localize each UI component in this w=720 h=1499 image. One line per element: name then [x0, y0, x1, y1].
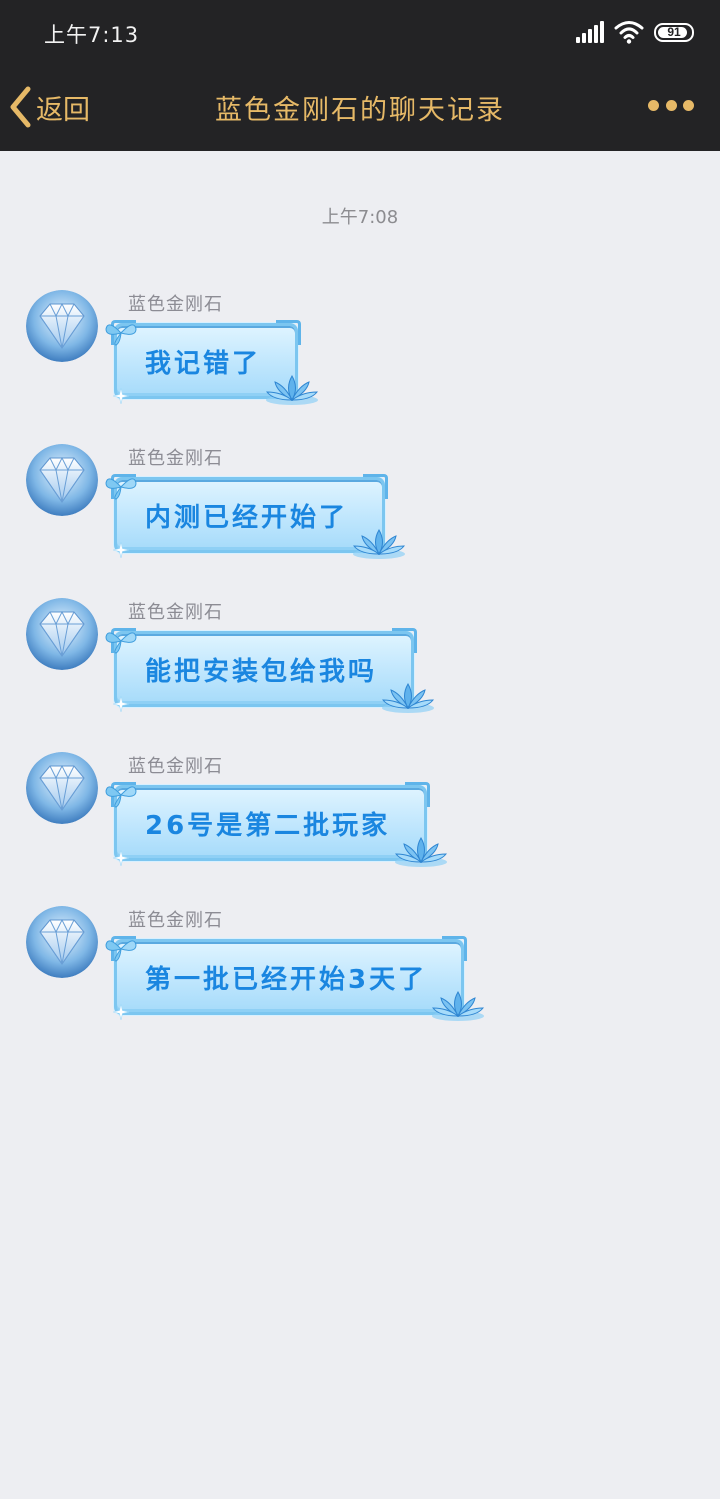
avatar[interactable] — [26, 598, 98, 670]
sparkle-icon — [113, 542, 129, 558]
message-bubble[interactable]: 内测已经开始了 — [110, 474, 406, 559]
battery-icon: 91 — [654, 22, 694, 42]
message-item: 蓝色金刚石 26号是第二批玩家 — [0, 747, 720, 901]
more-dot — [648, 99, 659, 111]
lotus-icon — [432, 991, 485, 1021]
message-bubble-frame: 内测已经开始了 — [104, 473, 406, 565]
sender-name: 蓝色金刚石 — [128, 910, 223, 931]
message-item: 蓝色金刚石 内测已经开始了 — [0, 439, 720, 593]
message-item: 蓝色金刚石 能把安装包给我吗 — [0, 593, 720, 747]
status-time: 上午7:13 — [44, 23, 140, 47]
sparkle-icon — [113, 1004, 129, 1020]
chevron-left-icon — [10, 86, 31, 128]
butterfly-icon — [105, 324, 137, 346]
butterfly-icon — [105, 786, 137, 808]
sparkle-icon — [113, 850, 129, 866]
butterfly-icon — [105, 940, 137, 962]
message-bubble[interactable]: 能把安装包给我吗 — [110, 628, 435, 713]
diamond-avatar-icon — [26, 752, 98, 824]
diamond-avatar-icon — [26, 906, 98, 978]
sender-name: 蓝色金刚石 — [128, 756, 223, 777]
message-item: 蓝色金刚石 第一批已经开始3天了 — [0, 901, 720, 1055]
message-item: 蓝色金刚石 我记错了 — [0, 285, 720, 439]
sender-name: 蓝色金刚石 — [128, 448, 223, 469]
lotus-icon — [395, 837, 448, 867]
battery-percent: 91 — [667, 25, 681, 39]
message-list: 蓝色金刚石 我记错了 蓝色金刚石 内测已经开始了 蓝色金刚石 能把安装包给我吗 … — [0, 285, 720, 1055]
avatar[interactable] — [26, 906, 98, 978]
chat-timestamp: 上午7:08 — [321, 207, 399, 228]
more-button[interactable] — [648, 96, 694, 114]
nav-bar: 返回 蓝色金刚石的聊天记录 — [0, 66, 720, 151]
lotus-icon — [382, 683, 435, 713]
lotus-icon — [266, 375, 319, 405]
lotus-icon — [353, 529, 406, 559]
message-bubble-frame: 我记错了 — [104, 319, 319, 411]
avatar[interactable] — [26, 752, 98, 824]
more-dot — [683, 99, 694, 111]
sender-name: 蓝色金刚石 — [128, 602, 223, 623]
avatar[interactable] — [26, 290, 98, 362]
back-button[interactable]: 返回 — [8, 84, 90, 130]
butterfly-icon — [105, 478, 137, 500]
avatar[interactable] — [26, 444, 98, 516]
message-bubble-frame: 第一批已经开始3天了 — [104, 935, 485, 1027]
sparkle-icon — [113, 388, 129, 404]
message-bubble[interactable]: 我记错了 — [110, 320, 319, 405]
message-bubble[interactable]: 26号是第二批玩家 — [110, 782, 448, 867]
sparkle-icon — [113, 696, 129, 712]
message-bubble-frame: 能把安装包给我吗 — [104, 627, 435, 719]
page-title: 蓝色金刚石的聊天记录 — [215, 95, 505, 126]
status-icons: 91 — [576, 20, 694, 44]
butterfly-icon — [105, 632, 137, 654]
wifi-icon — [614, 21, 644, 44]
diamond-avatar-icon — [26, 444, 98, 516]
status-bar: 上午7:13 91 — [0, 0, 720, 66]
diamond-avatar-icon — [26, 598, 98, 670]
signal-icon — [576, 21, 604, 43]
message-bubble-frame: 26号是第二批玩家 — [104, 781, 448, 873]
sender-name: 蓝色金刚石 — [128, 294, 223, 315]
diamond-avatar-icon — [26, 290, 98, 362]
message-bubble[interactable]: 第一批已经开始3天了 — [110, 936, 485, 1021]
back-label: 返回 — [36, 94, 90, 126]
more-dot — [665, 99, 677, 111]
